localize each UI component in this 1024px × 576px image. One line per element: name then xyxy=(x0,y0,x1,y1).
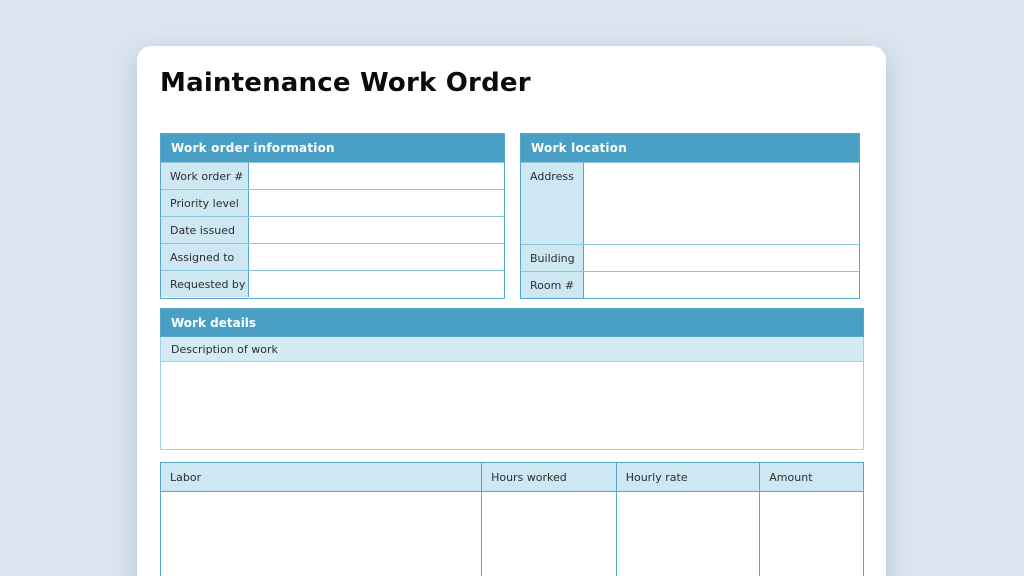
address-field[interactable] xyxy=(584,163,859,244)
room-number-label: Room # xyxy=(521,272,584,298)
labor-column-header: Labor xyxy=(161,463,482,492)
priority-level-label: Priority level xyxy=(161,190,249,216)
hourly-rate-field[interactable] xyxy=(617,492,761,576)
work-location-table: Work location Address Building Room # xyxy=(520,133,860,299)
date-issued-label: Date issued xyxy=(161,217,249,243)
date-issued-field[interactable] xyxy=(249,217,504,243)
table-row: Address xyxy=(521,162,859,244)
hours-worked-column-header: Hours worked xyxy=(482,463,617,492)
priority-level-field[interactable] xyxy=(249,190,504,216)
labor-body-row xyxy=(161,492,863,576)
address-label: Address xyxy=(521,163,584,244)
amount-column-header: Amount xyxy=(760,463,863,492)
hours-worked-field[interactable] xyxy=(482,492,617,576)
table-row: Requested by xyxy=(161,270,504,297)
work-details-header: Work details xyxy=(160,308,864,337)
assigned-to-field[interactable] xyxy=(249,244,504,270)
top-tables-row: Work order information Work order # Prio… xyxy=(160,133,863,299)
requested-by-field[interactable] xyxy=(249,271,504,297)
page: { "page": { "title": "Maintenance Work O… xyxy=(0,0,1024,576)
room-number-field[interactable] xyxy=(584,272,859,298)
work-order-info-table: Work order information Work order # Prio… xyxy=(160,133,505,299)
work-location-header: Work location xyxy=(521,134,859,162)
table-row: Building xyxy=(521,244,859,271)
table-row: Assigned to xyxy=(161,243,504,270)
amount-field[interactable] xyxy=(760,492,863,576)
building-field[interactable] xyxy=(584,245,859,271)
table-row: Priority level xyxy=(161,189,504,216)
work-order-info-header: Work order information xyxy=(161,134,504,162)
work-details-section: Work details Description of work xyxy=(160,308,864,450)
assigned-to-label: Assigned to xyxy=(161,244,249,270)
table-row: Work order # xyxy=(161,162,504,189)
labor-field[interactable] xyxy=(161,492,482,576)
description-of-work-field[interactable] xyxy=(160,362,864,450)
building-label: Building xyxy=(521,245,584,271)
work-order-number-label: Work order # xyxy=(161,163,249,189)
page-title: Maintenance Work Order xyxy=(160,68,531,98)
labor-table: Labor Hours worked Hourly rate Amount xyxy=(160,462,864,576)
labor-header-row: Labor Hours worked Hourly rate Amount xyxy=(161,463,863,492)
description-of-work-label: Description of work xyxy=(160,337,864,362)
work-order-number-field[interactable] xyxy=(249,163,504,189)
work-order-card: Maintenance Work Order Work order inform… xyxy=(137,46,886,576)
requested-by-label: Requested by xyxy=(161,271,249,297)
hourly-rate-column-header: Hourly rate xyxy=(617,463,761,492)
table-row: Date issued xyxy=(161,216,504,243)
table-row: Room # xyxy=(521,271,859,298)
